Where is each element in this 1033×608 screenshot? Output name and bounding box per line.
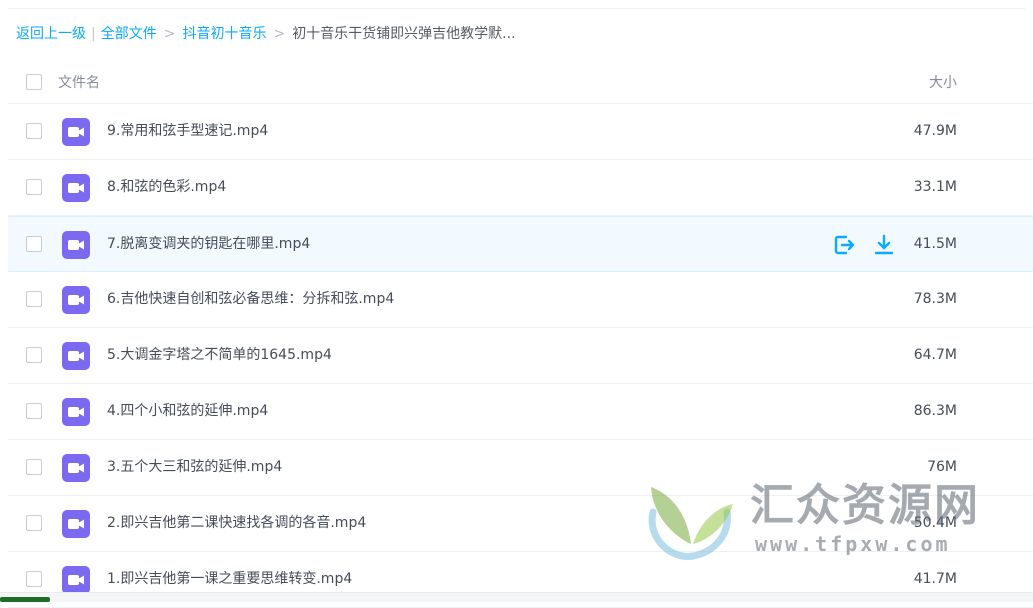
breadcrumb-all-files[interactable]: 全部文件 — [101, 26, 157, 42]
video-file-icon — [62, 286, 90, 314]
horizontal-scrollbar[interactable] — [0, 592, 1033, 602]
video-file-icon — [62, 454, 90, 482]
column-header-name[interactable]: 文件名 — [58, 72, 100, 92]
row-checkbox[interactable] — [26, 571, 42, 587]
file-name[interactable]: 4.四个小和弦的延伸.mp4 — [107, 401, 268, 421]
file-name[interactable]: 5.大调金字塔之不简单的1645.mp4 — [107, 345, 332, 365]
file-name[interactable]: 8.和弦的色彩.mp4 — [107, 177, 226, 197]
video-file-icon — [62, 398, 90, 426]
column-header-size[interactable]: 大小 — [929, 72, 957, 92]
row-checkbox[interactable] — [26, 403, 42, 419]
file-name[interactable]: 2.即兴吉他第二课快速找各调的各音.mp4 — [107, 513, 366, 533]
top-divider — [8, 8, 1025, 9]
select-all-checkbox[interactable] — [26, 74, 42, 90]
back-link[interactable]: 返回上一级 — [16, 26, 86, 42]
breadcrumb-current: 初十音乐干货铺即兴弹吉他教学默... — [292, 26, 516, 42]
file-name[interactable]: 1.即兴吉他第一课之重要思维转变.mp4 — [107, 569, 352, 589]
video-file-icon — [62, 510, 90, 538]
file-size: 64.7M — [913, 347, 957, 363]
file-size: 78.3M — [913, 291, 957, 307]
row-checkbox[interactable] — [26, 515, 42, 531]
file-size: 76M — [927, 459, 957, 475]
breadcrumb-folder[interactable]: 抖音初十音乐 — [182, 26, 266, 42]
file-name[interactable]: 3.五个大三和弦的延伸.mp4 — [107, 457, 282, 477]
file-row[interactable]: 9.常用和弦手型速记.mp4 47.9M — [8, 104, 1033, 160]
video-file-icon — [62, 566, 90, 594]
file-row[interactable]: 7.脱离变调夹的钥匙在哪里.mp4 41.5M — [8, 216, 1033, 272]
breadcrumb-separator: > — [163, 26, 176, 42]
video-file-icon — [62, 342, 90, 370]
row-checkbox[interactable] — [26, 347, 42, 363]
breadcrumb: 返回上一级 | 全部文件 > 抖音初十音乐 > 初十音乐干货铺即兴弹吉他教学默... — [16, 24, 516, 44]
row-checkbox[interactable] — [26, 236, 42, 252]
file-size: 86.3M — [913, 403, 957, 419]
video-file-icon — [62, 231, 90, 259]
share-icon[interactable] — [832, 233, 856, 257]
file-row[interactable]: 8.和弦的色彩.mp4 33.1M — [8, 160, 1033, 216]
row-checkbox[interactable] — [26, 291, 42, 307]
file-row[interactable]: 6.吉他快速自创和弦必备思维：分拆和弦.mp4 78.3M — [8, 272, 1033, 328]
file-list-header: 文件名 大小 — [8, 60, 1033, 104]
file-name[interactable]: 7.脱离变调夹的钥匙在哪里.mp4 — [107, 234, 310, 254]
file-name[interactable]: 6.吉他快速自创和弦必备思维：分拆和弦.mp4 — [107, 289, 394, 309]
row-checkbox[interactable] — [26, 123, 42, 139]
scrollbar-thumb[interactable] — [0, 597, 50, 602]
file-row[interactable]: 2.即兴吉他第二课快速找各调的各音.mp4 50.4M — [8, 496, 1033, 552]
file-row[interactable]: 3.五个大三和弦的延伸.mp4 76M — [8, 440, 1033, 496]
file-row[interactable]: 5.大调金字塔之不简单的1645.mp4 64.7M — [8, 328, 1033, 384]
file-size: 50.4M — [913, 515, 957, 531]
file-size: 47.9M — [913, 123, 957, 139]
row-checkbox[interactable] — [26, 459, 42, 475]
row-checkbox[interactable] — [26, 179, 42, 195]
video-file-icon — [62, 174, 90, 202]
file-name[interactable]: 9.常用和弦手型速记.mp4 — [107, 121, 268, 141]
download-icon[interactable] — [872, 233, 896, 257]
file-row[interactable]: 4.四个小和弦的延伸.mp4 86.3M — [8, 384, 1033, 440]
breadcrumb-bar-separator: | — [91, 26, 96, 42]
file-size: 41.7M — [913, 571, 957, 587]
file-list: 9.常用和弦手型速记.mp4 47.9M 8.和弦的色彩.mp4 33.1M 7… — [8, 104, 1033, 608]
breadcrumb-separator: > — [273, 26, 286, 42]
file-size: 41.5M — [913, 236, 957, 252]
file-size: 33.1M — [913, 179, 957, 195]
video-file-icon — [62, 118, 90, 146]
